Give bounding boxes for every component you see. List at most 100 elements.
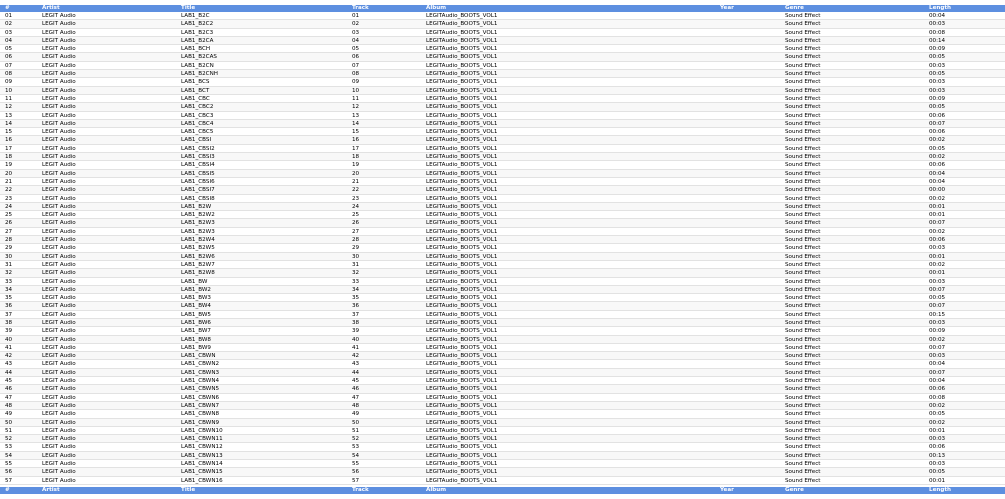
track-title: LAB1_BCS	[181, 79, 210, 86]
table-row[interactable]: 08 LEGIT Audio LAB1_B2CNH 08 LEGITAudio_BOOT…	[0, 70, 1005, 79]
column-footer-year[interactable]: Year	[720, 487, 784, 494]
column-footer-track[interactable]: Track	[352, 487, 426, 494]
track-title: LAB1_BCT	[181, 87, 210, 94]
column-header-artist[interactable]: Artist	[42, 5, 180, 12]
track-genre: Sound Effect	[785, 21, 821, 28]
table-row[interactable]: 31 LEGIT Audio LAB1_B2W7 31 LEGITAudio_BOOTS…	[0, 261, 1005, 270]
track-artist: LEGIT Audio	[42, 477, 76, 484]
table-row[interactable]: 29 LEGIT Audio LAB1_B2W5 29 LEGITAudio_BOOTS…	[0, 244, 1005, 253]
column-header-album[interactable]: Album	[426, 5, 719, 12]
track-album: LEGITAudio_BOOTS_VOL1	[426, 253, 498, 260]
track-track-number: 11	[352, 95, 360, 102]
table-row[interactable]: 53 LEGIT Audio LAB1_CBWN12 53 LEGITAudio_BOO…	[0, 443, 1005, 452]
table-row[interactable]: 12 LEGIT Audio LAB1_CBC2 12 LEGITAudio_BOOTS…	[0, 103, 1005, 112]
table-row[interactable]: 36 LEGIT Audio LAB1_BW4 36 LEGITAudio_BOOTS_…	[0, 302, 1005, 311]
track-artist: LEGIT Audio	[42, 270, 76, 277]
table-row[interactable]: 48 LEGIT Audio LAB1_CBWN7 48 LEGITAudio_BOOT…	[0, 401, 1005, 411]
column-footer-number[interactable]: #	[5, 487, 41, 494]
table-row[interactable]: 30 LEGIT Audio LAB1_B2W6 30 LEGITAudio_BOOTS…	[0, 252, 1005, 261]
table-row[interactable]: 34 LEGIT Audio LAB1_BW2 34 LEGITAudio_BOOTS_…	[0, 285, 1005, 295]
table-row[interactable]: 15 LEGIT Audio LAB1_CBC5 15 LEGITAudio_BOOTS…	[0, 128, 1005, 137]
table-row[interactable]: 27 LEGIT Audio LAB1_B2W3 27 LEGITAudio_BOOTS…	[0, 228, 1005, 237]
table-row[interactable]: 42 LEGIT Audio LAB1_CBWN 42 LEGITAudio_BOOTS…	[0, 352, 1005, 361]
column-header-genre[interactable]: Genre	[785, 5, 928, 12]
track-genre: Sound Effect	[785, 477, 821, 484]
column-footer-title[interactable]: Title	[181, 487, 351, 494]
track-album: LEGITAudio_BOOTS_VOL1	[426, 145, 498, 152]
track-length: 00:01	[929, 477, 946, 484]
table-row[interactable]: 24 LEGIT Audio LAB1_B2W 24 LEGITAudio_BOOTS_…	[0, 202, 1005, 212]
table-row[interactable]: 33 LEGIT Audio LAB1_BW 33 LEGITAudio_BOOTS_V…	[0, 278, 1005, 286]
table-row[interactable]: 18 LEGIT Audio LAB1_CBSI3 18 LEGITAudio_BOOT…	[0, 153, 1005, 162]
track-album: LEGITAudio_BOOTS_VOL1	[426, 154, 498, 161]
table-row[interactable]: 51 LEGIT Audio LAB1_CBWN10 51 LEGITAudio_BOO…	[0, 427, 1005, 436]
table-row[interactable]: 32 LEGIT Audio LAB1_B2W8 32 LEGITAudio_BOOTS…	[0, 269, 1005, 278]
column-footer-artist[interactable]: Artist	[42, 487, 180, 494]
track-number: 47	[5, 394, 13, 401]
table-row[interactable]: 37 LEGIT Audio LAB1_BW5 37 LEGITAudio_BOOTS_…	[0, 311, 1005, 319]
table-row[interactable]: 57 LEGIT Audio LAB1_CBWN16 57 LEGITAudio_BOO…	[0, 477, 1005, 485]
table-row[interactable]: 06 LEGIT Audio LAB1_B2CAS 06 LEGITAudio_BOOT…	[0, 53, 1005, 62]
column-footer-length[interactable]: Length	[929, 487, 1005, 494]
column-header-length[interactable]: Length	[929, 5, 1005, 12]
table-row[interactable]: 40 LEGIT Audio LAB1_BW8 40 LEGITAudio_BOOTS_…	[0, 335, 1005, 344]
column-header-title[interactable]: Title	[181, 5, 351, 12]
table-row[interactable]: 03 LEGIT Audio LAB1_B2C3 03 LEGITAudio_BOOTS…	[0, 29, 1005, 37]
track-number: 49	[5, 411, 13, 418]
table-row[interactable]: 23 LEGIT Audio LAB1_CBSI8 23 LEGITAudio_BOOT…	[0, 195, 1005, 203]
track-rows: 01 LEGIT Audio LAB1_B2C 01 LEGITAudio_BOOTS_…	[0, 12, 1005, 485]
table-row[interactable]: 05 LEGIT Audio LAB1_BCH 05 LEGITAudio_BOOTS_…	[0, 45, 1005, 54]
table-row[interactable]: 56 LEGIT Audio LAB1_CBWN15 56 LEGITAudio_BOO…	[0, 468, 1005, 477]
track-track-number: 40	[352, 336, 360, 343]
column-header-number[interactable]: #	[5, 5, 41, 12]
column-footer-album[interactable]: Album	[426, 487, 719, 494]
track-track-number: 53	[352, 444, 360, 451]
track-track-number: 10	[352, 87, 360, 94]
table-row[interactable]: 52 LEGIT Audio LAB1_CBWN11 52 LEGITAudio_BOO…	[0, 435, 1005, 444]
table-row[interactable]: 50 LEGIT Audio LAB1_CBWN9 50 LEGITAudio_BOOT…	[0, 418, 1005, 427]
table-row[interactable]: 20 LEGIT Audio LAB1_CBSI5 20 LEGITAudio_BOOT…	[0, 169, 1005, 178]
table-row[interactable]: 16 LEGIT Audio LAB1_CBSI 16 LEGITAudio_BOOTS…	[0, 136, 1005, 145]
table-row[interactable]: 38 LEGIT Audio LAB1_BW6 38 LEGITAudio_BOOTS_…	[0, 318, 1005, 328]
track-artist: LEGIT Audio	[42, 286, 76, 293]
table-row[interactable]: 47 LEGIT Audio LAB1_CBWN6 47 LEGITAudio_BOOT…	[0, 394, 1005, 402]
track-number: 52	[5, 436, 13, 443]
track-title: LAB1_BW8	[181, 336, 211, 343]
table-row[interactable]: 17 LEGIT Audio LAB1_CBSI2 17 LEGITAudio_BOOT…	[0, 145, 1005, 154]
track-album: LEGITAudio_BOOTS_VOL1	[426, 137, 498, 144]
table-row[interactable]: 54 LEGIT Audio LAB1_CBWN13 54 LEGITAudio_BOO…	[0, 451, 1005, 461]
column-header-track[interactable]: Track	[352, 5, 426, 12]
table-row[interactable]: 19 LEGIT Audio LAB1_CBSI4 19 LEGITAudio_BOOT…	[0, 161, 1005, 170]
table-row[interactable]: 43 LEGIT Audio LAB1_CBWN2 43 LEGITAudio_BOOT…	[0, 360, 1005, 369]
track-genre: Sound Effect	[785, 195, 821, 202]
table-row[interactable]: 49 LEGIT Audio LAB1_CBWN8 49 LEGITAudio_BOOT…	[0, 410, 1005, 419]
table-row[interactable]: 01 LEGIT Audio LAB1_B2C 01 LEGITAudio_BOOTS_…	[0, 12, 1005, 21]
table-row[interactable]: 25 LEGIT Audio LAB1_B2W2 25 LEGITAudio_BOOTS…	[0, 211, 1005, 220]
table-row[interactable]: 07 LEGIT Audio LAB1_B2CN 07 LEGITAudio_BOOTS…	[0, 62, 1005, 71]
table-row[interactable]: 45 LEGIT Audio LAB1_CBWN4 45 LEGITAudio_BOOT…	[0, 377, 1005, 386]
table-row[interactable]: 14 LEGIT Audio LAB1_CBC4 14 LEGITAudio_BOOTS…	[0, 119, 1005, 129]
table-row[interactable]: 55 LEGIT Audio LAB1_CBWN14 55 LEGITAudio_BOO…	[0, 460, 1005, 469]
table-row[interactable]: 02 LEGIT Audio LAB1_B2C2 02 LEGITAudio_BOOTS…	[0, 20, 1005, 29]
table-row[interactable]: 41 LEGIT Audio LAB1_BW9 41 LEGITAudio_BOOTS_…	[0, 344, 1005, 353]
table-row[interactable]: 21 LEGIT Audio LAB1_CBSI6 21 LEGITAudio_BOOT…	[0, 178, 1005, 187]
track-title: LAB1_CBWN16	[181, 477, 223, 484]
table-row[interactable]: 22 LEGIT Audio LAB1_CBSI7 22 LEGITAudio_BOOT…	[0, 186, 1005, 195]
table-row[interactable]: 44 LEGIT Audio LAB1_CBWN3 44 LEGITAudio_BOOT…	[0, 368, 1005, 378]
table-row[interactable]: 39 LEGIT Audio LAB1_BW7 39 LEGITAudio_BOOTS_…	[0, 327, 1005, 336]
track-artist: LEGIT Audio	[42, 237, 76, 244]
table-row[interactable]: 10 LEGIT Audio LAB1_BCT 10 LEGITAudio_BOOTS_…	[0, 86, 1005, 95]
track-number: 35	[5, 295, 13, 302]
table-row[interactable]: 46 LEGIT Audio LAB1_CBWN5 46 LEGITAudio_BOOT…	[0, 385, 1005, 394]
table-row[interactable]: 28 LEGIT Audio LAB1_B2W4 28 LEGITAudio_BOOTS…	[0, 236, 1005, 245]
table-row[interactable]: 26 LEGIT Audio LAB1_B2W3 26 LEGITAudio_BOOTS…	[0, 219, 1005, 228]
table-row[interactable]: 13 LEGIT Audio LAB1_CBC3 13 LEGITAudio_BOOTS…	[0, 112, 1005, 120]
column-footer-genre[interactable]: Genre	[785, 487, 928, 494]
column-header-year[interactable]: Year	[720, 5, 784, 12]
track-length: 00:03	[929, 278, 946, 285]
table-row[interactable]: 04 LEGIT Audio LAB1_B2CA 04 LEGITAudio_BOOTS…	[0, 36, 1005, 46]
track-number: 05	[5, 46, 13, 53]
table-row[interactable]: 09 LEGIT Audio LAB1_BCS 09 LEGITAudio_BOOTS_…	[0, 78, 1005, 87]
table-row[interactable]: 11 LEGIT Audio LAB1_CBC 11 LEGITAudio_BOOTS_…	[0, 95, 1005, 104]
table-row[interactable]: 35 LEGIT Audio LAB1_BW3 35 LEGITAudio_BOOTS_…	[0, 294, 1005, 303]
